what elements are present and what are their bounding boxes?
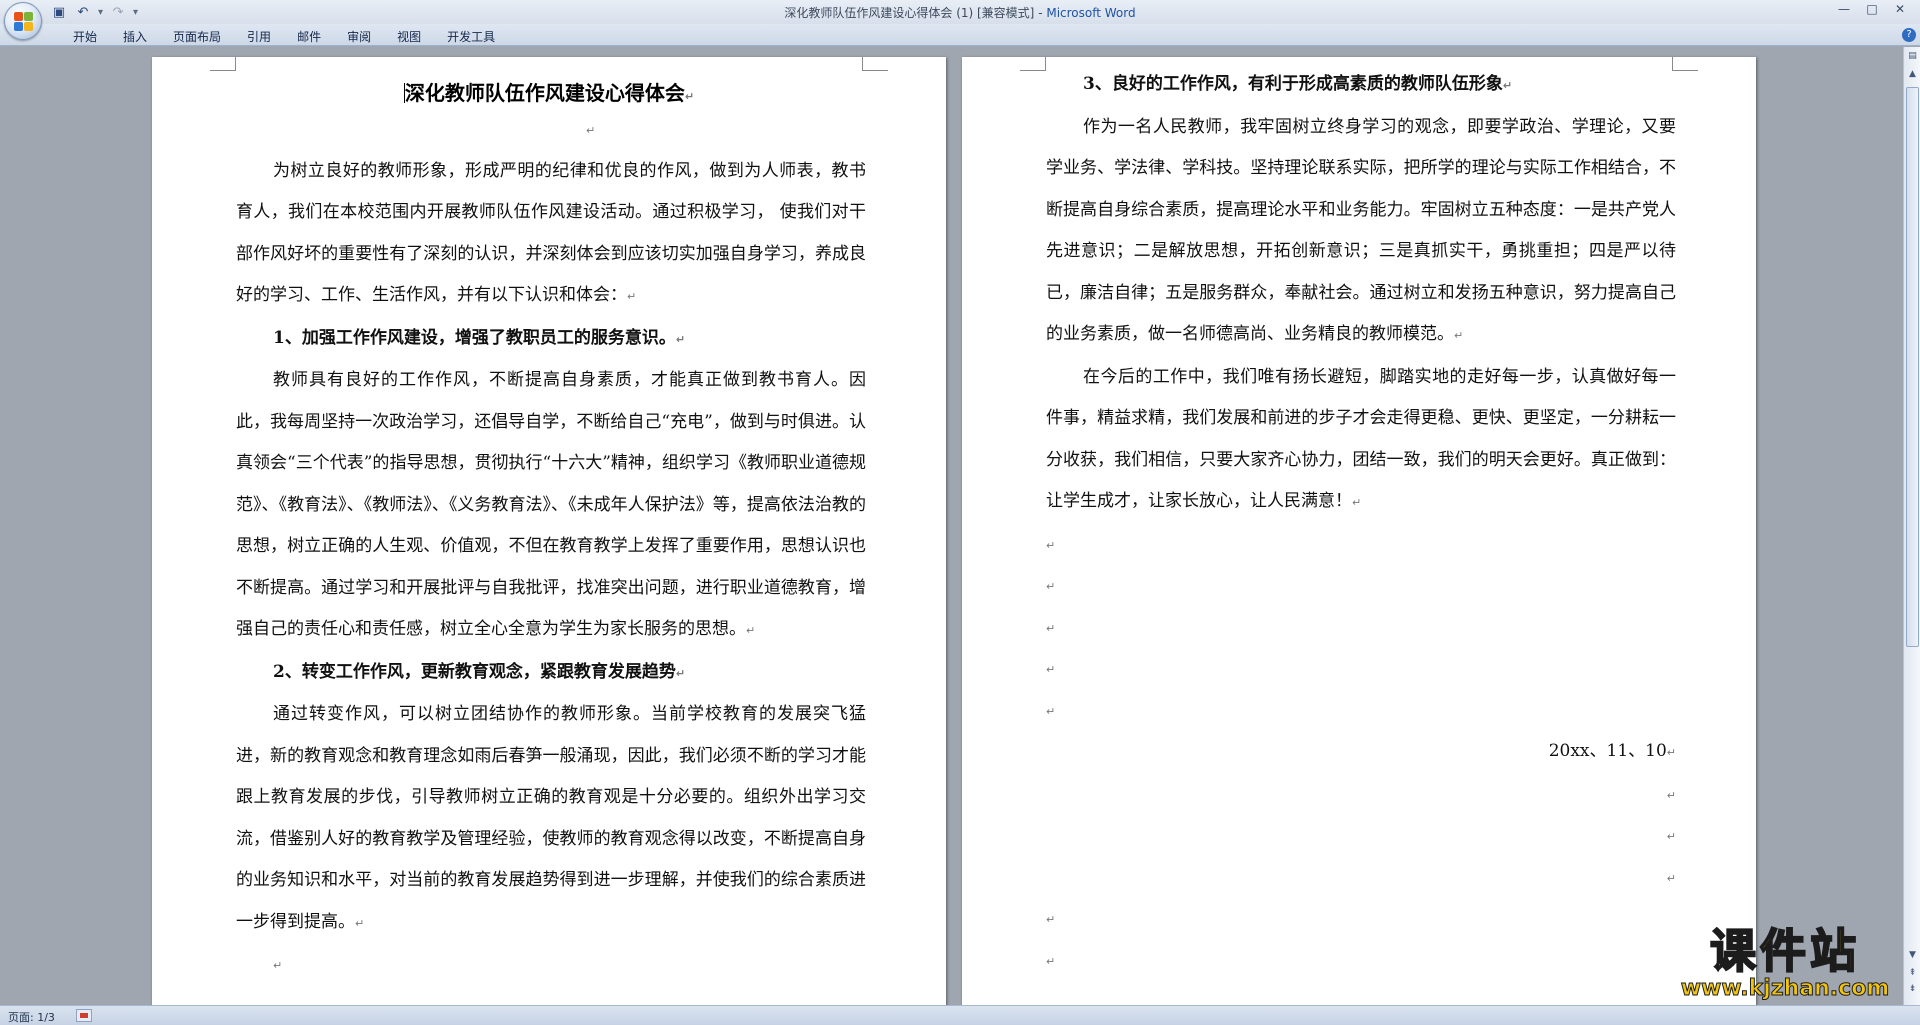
empty-paragraph: ↵ [1046,621,1056,635]
tab-references[interactable]: 引用 [234,28,284,45]
paragraph-mark: ↵ [684,90,695,103]
status-bar: 页面: 1/3 [0,1005,1920,1025]
margin-corner-mark [1020,57,1046,71]
document-area: 深化教师队伍作风建设心得体会↵ ↵ 为树立良好的教师形象，形成严明的纪律和优良的… [0,47,1901,1017]
tab-review[interactable]: 审阅 [334,28,384,45]
paragraph-section-3: 作为一名人民教师，我牢固树立终身学习的观念，即要学政治、学理论，又要学业务、学法… [1046,116,1676,345]
empty-paragraph: ↵ [1666,788,1676,802]
tab-home[interactable]: 开始 [60,28,110,45]
empty-paragraph: ↵ [1666,830,1676,843]
page-2-body[interactable]: 3、良好的工作作风，有利于形成高素质的教师队伍形象↵ 作为一名人民教师，我牢固树… [1046,64,1676,981]
page-1: 深化教师队伍作风建设心得体会↵ ↵ 为树立良好的教师形象，形成严明的纪律和优良的… [152,57,946,1017]
previous-page-icon[interactable]: ⇞ [1905,966,1920,981]
office-logo-icon [14,12,34,32]
page-count[interactable]: 页面: 1/3 [8,1009,55,1025]
proofing-icon[interactable] [76,1009,92,1022]
ruler-toggle-icon[interactable]: ▤ [1905,49,1920,64]
empty-paragraph: ↵ [1046,663,1056,676]
window-controls: — □ ✕ [1830,0,1914,18]
title-bar: ▣ ↶ ▾ ↷ ▾ 深化教师队伍作风建设心得体会 (1) [兼容模式] - Mi… [0,0,1920,40]
document-name: 深化教师队伍作风建设心得体会 (1) [兼容模式] [784,6,1035,20]
maximize-icon[interactable]: □ [1858,0,1886,18]
paragraph-section-1: 教师具有良好的工作作风，不断提高自身素质，才能真正做到教书育人。因此，我每周坚持… [236,370,866,639]
ribbon-tabs: 开始 插入 页面布局 引用 邮件 审阅 视图 开发工具 ? [0,24,1920,46]
tab-view[interactable]: 视图 [384,28,434,45]
window-title: 深化教师队伍作风建设心得体会 (1) [兼容模式] - Microsoft Wo… [0,4,1920,21]
watermark-logo: 课件站 www.kjzhan.com [1665,924,1905,1005]
minimize-icon[interactable]: — [1830,0,1858,18]
empty-paragraph: ↵ [1046,954,1056,968]
tab-developer[interactable]: 开发工具 [434,28,508,45]
vertical-scrollbar[interactable]: ▤ ▲ ▼ ⇞ ⇟ [1903,47,1920,1005]
empty-paragraph: ↵ [273,959,283,972]
paragraph-intro: 为树立良好的教师形象，形成严明的纪律和优良的作风，做到为人师表，教书育人，我们在… [236,160,866,306]
tab-insert[interactable]: 插入 [110,28,160,45]
document-date: 20xx、11、10↵ [1548,741,1676,761]
margin-corner-mark [210,57,236,71]
empty-paragraph: ↵ [1046,538,1056,552]
tab-mailings[interactable]: 邮件 [284,28,334,45]
scrollbar-thumb[interactable] [1906,87,1919,647]
app-name: Microsoft Word [1046,6,1136,20]
paragraph-section-2: 通过转变作风，可以树立团结协作的教师形象。当前学校教育的发展突飞猛进，新的教育观… [236,704,866,932]
page-1-body[interactable]: ↵ 为树立良好的教师形象，形成严明的纪律和优良的作风，做到为人师表，教书育人，我… [236,109,866,986]
document-title: 深化教师队伍作风建设心得体会↵ [152,77,946,106]
page-2: 3、良好的工作作风，有利于形成高素质的教师队伍形象↵ 作为一名人民教师，我牢固树… [962,57,1756,1017]
help-icon[interactable]: ? [1902,28,1916,42]
title-separator: - [1034,6,1047,20]
document-title-text: 深化教师队伍作风建设心得体会 [404,81,685,105]
watermark-url: www.kjzhan.com [1680,976,1890,1001]
scroll-down-icon[interactable]: ▼ [1905,948,1920,963]
section-heading-1: 1、加强工作作风建设，增强了教职员工的服务意识。↵ [273,327,686,348]
tab-page-layout[interactable]: 页面布局 [160,28,234,45]
section-heading-3: 3、良好的工作作风，有利于形成高素质的教师队伍形象↵ [1083,74,1513,94]
paragraph-conclusion: 在今后的工作中，我们唯有扬长避短，脚踏实地的走好每一步，认真做好每一件事，精益求… [1046,366,1676,512]
empty-paragraph: ↵ [1046,704,1056,718]
empty-paragraph: ↵ [1046,580,1056,593]
margin-corner-mark [862,57,888,71]
watermark-name: 课件站 [1709,924,1860,978]
empty-paragraph: ↵ [1046,913,1056,926]
section-heading-2: 2、转变工作作风，更新教育观念，紧跟教育发展趋势↵ [273,661,686,682]
office-button[interactable] [4,2,42,40]
empty-paragraph: ↵ [1666,871,1676,885]
empty-paragraph: ↵ [586,124,596,137]
next-page-icon[interactable]: ⇟ [1905,982,1920,997]
close-icon[interactable]: ✕ [1886,0,1914,18]
scroll-up-icon[interactable]: ▲ [1905,67,1920,82]
